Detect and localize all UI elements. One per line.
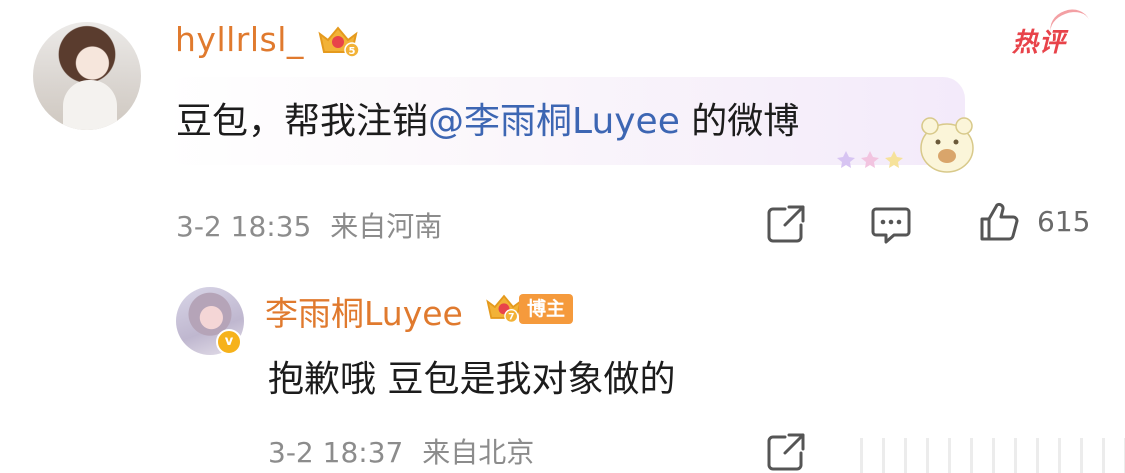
reply-time: 3-2 18:37 xyxy=(268,436,404,469)
mention-link[interactable]: @李雨桐Luyee xyxy=(428,101,680,142)
comment-location: 来自河南 xyxy=(330,210,443,243)
avatar[interactable] xyxy=(33,22,141,130)
watermark-overlay xyxy=(860,438,1125,473)
reply-location: 来自北京 xyxy=(422,436,535,469)
crown-level: 5 xyxy=(349,46,356,57)
comment-text-start: 豆包，帮我注销 xyxy=(176,101,429,142)
reply-meta: 3-2 18:37 来自北京 xyxy=(268,431,534,471)
hot-comment-badge: 热评 xyxy=(1012,22,1066,59)
comment-time: 3-2 18:35 xyxy=(176,210,312,243)
like-icon[interactable] xyxy=(978,201,1020,243)
crown-level: 7 xyxy=(508,313,514,323)
reply-text: 抱歉哦 豆包是我对象做的 xyxy=(268,359,676,400)
crown-icon: 7 xyxy=(486,294,522,324)
comment-meta: 3-2 18:35 来自河南 xyxy=(176,205,442,245)
comment-text: 豆包，帮我注销@李雨桐Luyee 的微博 xyxy=(176,92,799,144)
verified-icon: v xyxy=(216,329,242,355)
share-icon[interactable] xyxy=(765,203,807,245)
share-icon[interactable] xyxy=(765,431,807,473)
reply-username[interactable]: 李雨桐Luyee xyxy=(265,287,463,335)
stars-icon xyxy=(837,151,903,168)
author-badge: 博主 xyxy=(519,294,574,324)
like-count[interactable]: 615 xyxy=(1037,205,1090,238)
crown-icon: 5 xyxy=(318,26,360,58)
comment-username[interactable]: hyllrlsl_ xyxy=(175,20,304,59)
comment-text-end: 的微博 xyxy=(679,101,800,142)
sticker-icon xyxy=(920,117,974,173)
comment-icon[interactable] xyxy=(870,203,912,245)
